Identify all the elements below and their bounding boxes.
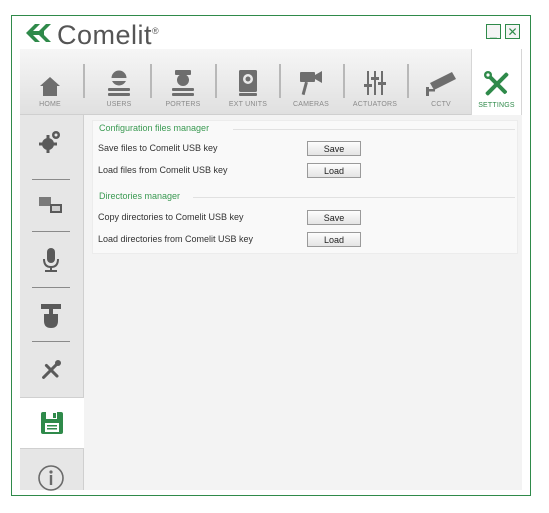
sliders-icon: [364, 71, 386, 95]
sidebar-item-tools[interactable]: [20, 344, 82, 396]
sidebar-item-configuration[interactable]: [20, 115, 82, 167]
comelit-logo-icon: [26, 24, 51, 42]
tab-separator: [215, 64, 217, 98]
camera-icon: [300, 71, 322, 96]
tab-porters[interactable]: PORTERS: [154, 49, 212, 115]
tab-settings[interactable]: SETTINGS: [471, 49, 522, 116]
section-divider: [193, 197, 515, 198]
gears-icon: [39, 131, 60, 153]
minimize-button[interactable]: _: [486, 24, 501, 39]
registered-mark: ®: [152, 26, 160, 36]
tab-actuators[interactable]: ACTUATORS: [345, 49, 405, 115]
section-divider: [233, 129, 515, 130]
tools-icon: [42, 360, 61, 379]
load-files-button[interactable]: Load: [307, 163, 361, 178]
app-window: Comelit® _ ✕ HOME USERS PORTERS EXT UNIT…: [11, 15, 531, 496]
sidebar-item-devices[interactable]: [20, 180, 82, 232]
settings-sidebar: [20, 115, 84, 491]
user-icon: [108, 70, 130, 96]
sidebar-item-info[interactable]: [20, 452, 82, 504]
cctv-icon: [426, 72, 456, 96]
tab-cameras[interactable]: CAMERAS: [282, 49, 340, 115]
sidebar-item-usb-backup[interactable]: [20, 397, 84, 449]
tab-separator: [150, 64, 152, 98]
tab-separator: [407, 64, 409, 98]
microphone-icon: [43, 248, 59, 272]
info-icon: [38, 465, 64, 491]
settings-content: Configuration files manager Save files t…: [84, 115, 522, 490]
save-files-button[interactable]: Save: [307, 141, 361, 156]
tab-ext-units-label: EXT UNITS: [228, 101, 268, 108]
floppy-disk-icon: [41, 412, 63, 434]
porter-icon: [172, 70, 194, 96]
sidebar-item-touch[interactable]: [20, 290, 82, 342]
tab-porters-label: PORTERS: [165, 101, 201, 108]
close-button[interactable]: ✕: [505, 24, 520, 39]
tab-actuators-label: ACTUATORS: [352, 101, 398, 108]
home-icon: [40, 77, 60, 96]
save-files-label: Save files to Comelit USB key: [98, 143, 218, 153]
config-manager-title: Configuration files manager: [99, 123, 210, 133]
load-directories-label: Load directories from Comelit USB key: [98, 234, 254, 244]
title-bar: Comelit® _ ✕: [12, 16, 530, 49]
monitors-icon: [39, 197, 62, 213]
copy-directories-label: Copy directories to Comelit USB key: [98, 212, 244, 222]
comelit-logo: Comelit®: [26, 20, 160, 49]
tab-settings-label: SETTINGS: [478, 102, 515, 109]
load-files-label: Load files from Comelit USB key: [98, 165, 228, 175]
main-tab-bar: HOME USERS PORTERS EXT UNITS CAMERAS ACT…: [20, 49, 522, 116]
tab-separator: [83, 64, 85, 98]
directories-manager-title: Directories manager: [99, 191, 181, 201]
sidebar-separator: [32, 341, 70, 342]
tab-ext-units[interactable]: EXT UNITS: [219, 49, 277, 115]
usb-key-panel: Configuration files manager Save files t…: [92, 120, 518, 254]
tab-cctv-label: CCTV: [431, 101, 451, 108]
sidebar-separator: [32, 287, 70, 288]
sidebar-item-audio[interactable]: [20, 234, 82, 286]
tab-users[interactable]: USERS: [90, 49, 148, 115]
tab-separator: [279, 64, 281, 98]
load-directories-button[interactable]: Load: [307, 232, 361, 247]
tab-cctv[interactable]: CCTV: [412, 49, 470, 115]
sidebar-separator: [32, 231, 70, 232]
tab-users-label: USERS: [106, 101, 132, 108]
tab-home[interactable]: HOME: [20, 49, 80, 115]
brand-name: Comelit: [57, 20, 153, 50]
tab-cameras-label: CAMERAS: [292, 101, 330, 108]
tab-home-label: HOME: [39, 101, 61, 108]
touch-icon: [41, 304, 61, 328]
entrance-panel-icon: [239, 70, 257, 96]
save-directories-button[interactable]: Save: [307, 210, 361, 225]
tools-icon: [483, 71, 508, 96]
